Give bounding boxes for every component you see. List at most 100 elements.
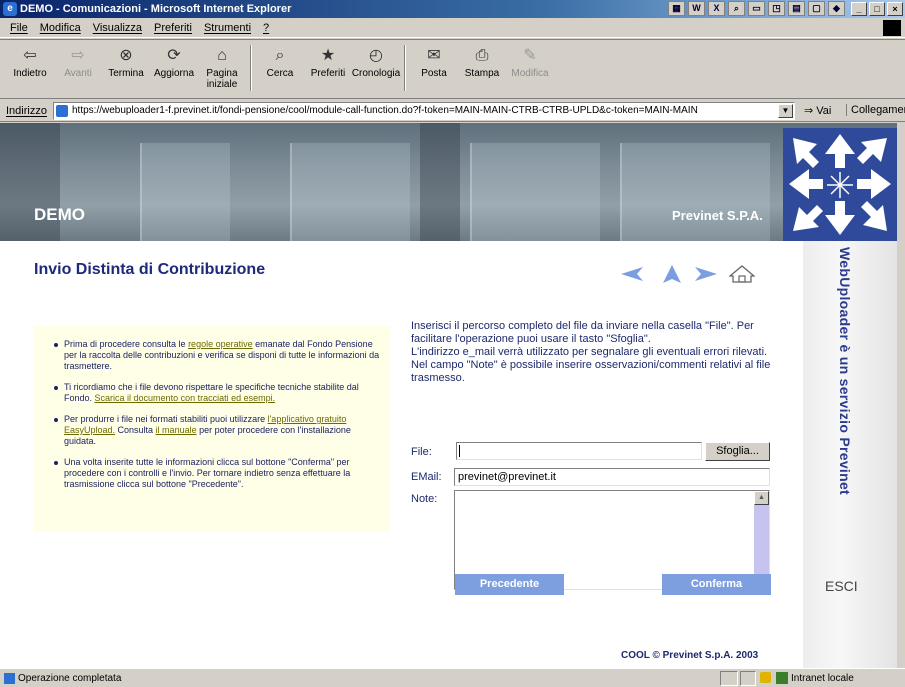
status-bar: Operazione completata Intranet locale	[0, 668, 905, 687]
snowflake-logo-icon	[789, 134, 891, 235]
print-label: Stampa	[464, 68, 500, 79]
star-icon: ★	[320, 46, 336, 64]
manual-link[interactable]: il manuale	[156, 425, 197, 435]
word-icon[interactable]: W	[688, 1, 705, 16]
minimize-button[interactable]: _	[851, 2, 867, 16]
address-label: Indirizzo	[6, 104, 47, 117]
back-button[interactable]: ⇦ Indietro	[6, 40, 54, 96]
links-button[interactable]: Collegamenti	[846, 104, 905, 116]
page-icon	[56, 105, 68, 117]
security-zone-text: Intranet locale	[791, 673, 854, 684]
stop-button[interactable]: ⊗ Termina	[102, 40, 150, 96]
confirm-button[interactable]: Conferma	[662, 574, 771, 595]
ie-icon: e	[3, 2, 17, 16]
arrow-right-icon[interactable]	[693, 265, 719, 283]
forward-arrow-icon: ⇨	[71, 46, 85, 64]
email-field[interactable]: previnet@previnet.it	[454, 468, 770, 486]
company-name: Previnet S.P.A.	[672, 208, 763, 223]
address-bar: Indirizzo https://webuploader1-f.previne…	[0, 100, 905, 122]
page-content: DEMO Previnet S.P.A. WebUploader è un se…	[0, 123, 897, 668]
colors-icon[interactable]: ◆	[828, 1, 845, 16]
maximize-button[interactable]: □	[869, 2, 885, 16]
menu-preferiti[interactable]: Preferiti	[154, 22, 192, 34]
service-vertical-text: WebUploader è un servizio Previnet	[837, 247, 853, 496]
menu-visualizza[interactable]: Visualizza	[93, 22, 142, 34]
magnifier-icon: ⌕	[275, 46, 285, 64]
mail-button[interactable]: ✉ Posta	[410, 40, 458, 96]
close-button[interactable]: ×	[887, 2, 903, 16]
windows-logo-icon	[883, 20, 901, 36]
banner-window	[470, 143, 600, 241]
lock-icon	[760, 672, 771, 683]
exit-link[interactable]: ESCI	[825, 578, 858, 594]
footer-copyright: COOL © Previnet S.p.A. 2003	[621, 650, 759, 661]
brand-name: DEMO	[34, 205, 85, 224]
browse-button[interactable]: Sfoglia...	[705, 442, 770, 461]
refresh-label: Aggiorna	[153, 68, 195, 79]
address-input[interactable]: https://webuploader1-f.previnet.it/fondi…	[53, 102, 795, 120]
operational-rules-link[interactable]: regole operative	[188, 339, 253, 349]
page-title: Invio Distinta di Contribuzione	[34, 261, 266, 278]
banner-window	[140, 143, 230, 241]
list-item: Prima di procedere consulta le regole op…	[54, 339, 382, 372]
app-icon[interactable]: ▦	[668, 1, 685, 16]
tray-icons: ▦ W X ⌕ ▭ ◳ ▤ ▢ ◆	[668, 1, 845, 17]
print-button[interactable]: ⎙ Stampa	[458, 40, 506, 96]
intranet-zone-icon	[776, 672, 788, 684]
history-icon: ◴	[369, 46, 383, 64]
doc-icon[interactable]: ▢	[808, 1, 825, 16]
guidelines-box: Prima di procedere consulta le regole op…	[34, 326, 390, 532]
search-button[interactable]: ⌕ Cerca	[256, 40, 304, 96]
note-text: Prima di procedere consulta le	[64, 339, 189, 349]
favorites-button[interactable]: ★ Preferiti	[304, 40, 352, 96]
arrow-left-icon[interactable]	[619, 265, 645, 283]
instruction-line: Nel campo "Note" è possibile inserire os…	[411, 359, 771, 384]
search-icon[interactable]: ⌕	[728, 1, 745, 16]
scan-icon[interactable]: ◳	[768, 1, 785, 16]
forward-button[interactable]: ⇨ Avanti	[54, 40, 102, 96]
side-panel: WebUploader è un servizio Previnet ESCI	[803, 241, 897, 668]
back-label: Indietro	[13, 68, 47, 79]
stop-label: Termina	[108, 68, 144, 79]
list-item: Una volta inserite tutte le informazioni…	[54, 457, 382, 490]
excel-icon[interactable]: X	[708, 1, 725, 16]
menu-file[interactable]: File	[10, 22, 28, 34]
history-label: Cronologia	[351, 68, 401, 79]
menu-help[interactable]: ?	[263, 22, 269, 34]
home-icon[interactable]	[729, 265, 755, 283]
forward-label: Avanti	[64, 68, 92, 79]
file-label: File:	[411, 446, 432, 458]
home-page-label: Pagina iniziale	[206, 68, 238, 90]
file-input[interactable]	[456, 442, 702, 460]
tile-icon[interactable]: ▤	[788, 1, 805, 16]
mail-label: Posta	[421, 68, 447, 79]
stop-icon: ⊗	[119, 46, 133, 64]
printer-icon: ⎙	[475, 46, 489, 64]
guidelines-list: Prima di procedere consulta le regole op…	[54, 339, 382, 500]
home-page-button[interactable]: ⌂ Pagina iniziale	[198, 40, 246, 96]
edit-icon: ✎	[523, 46, 537, 64]
status-cell	[720, 671, 738, 686]
menu-modifica[interactable]: Modifica	[40, 22, 81, 34]
window-title: DEMO - Comunicazioni - Microsoft Interne…	[20, 3, 292, 15]
download-specs-link[interactable]: Scarica il documento con tracciati ed es…	[95, 393, 276, 403]
arrow-up-icon[interactable]	[659, 265, 685, 283]
list-item: Ti ricordiamo che i file devono rispetta…	[54, 382, 382, 404]
back-arrow-icon: ⇦	[23, 46, 37, 64]
refresh-icon: ⟳	[167, 46, 181, 64]
instructions: Inserisci il percorso completo del file …	[411, 320, 781, 385]
refresh-button[interactable]: ⟳ Aggiorna	[150, 40, 198, 96]
search-label: Cerca	[266, 68, 294, 79]
page-scrollbar[interactable]	[897, 123, 905, 668]
history-button[interactable]: ◴ Cronologia	[352, 40, 400, 96]
address-dropdown-icon[interactable]: ▼	[778, 104, 793, 118]
list-item: Per produrre i file nei formati stabilit…	[54, 414, 382, 447]
edit-button[interactable]: ✎ Modifica	[506, 40, 554, 96]
favorites-label: Preferiti	[310, 68, 346, 79]
previous-button[interactable]: Precedente	[455, 574, 564, 595]
go-button[interactable]: ⇒ Vai	[804, 104, 831, 117]
email-label: EMail:	[411, 471, 442, 483]
screen-icon[interactable]: ▭	[748, 1, 765, 16]
scroll-up-icon[interactable]: ▲	[754, 491, 769, 505]
menu-strumenti[interactable]: Strumenti	[204, 22, 251, 34]
